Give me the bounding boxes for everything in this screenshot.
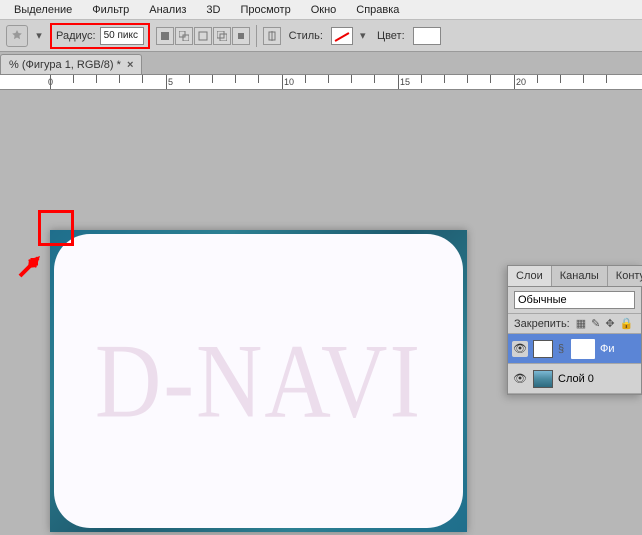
lock-all-icon[interactable]: 🔒 bbox=[620, 317, 634, 330]
layers-panel: Слои Каналы Контур Закрепить: ▦ ✎ ✥ 🔒 👁 … bbox=[507, 265, 642, 395]
lock-transparency-icon[interactable]: ▦ bbox=[576, 317, 586, 330]
layer-thumbnail[interactable] bbox=[533, 340, 553, 358]
ruler-mark: 15 bbox=[400, 77, 410, 87]
align-edges-icon[interactable] bbox=[263, 27, 281, 45]
menu-filter[interactable]: Фильтр bbox=[82, 1, 139, 19]
close-icon[interactable]: × bbox=[127, 59, 133, 71]
tool-preset-dropdown-icon[interactable]: ▾ bbox=[34, 25, 44, 47]
ruler-mark: 20 bbox=[516, 77, 526, 87]
layer-name[interactable]: Фи bbox=[600, 343, 637, 355]
annotation-highlight-box bbox=[38, 210, 74, 246]
style-label: Стиль: bbox=[287, 30, 325, 42]
layers-list: 👁 § Фи 👁 Слой 0 bbox=[508, 334, 641, 394]
visibility-eye-icon[interactable]: 👁 bbox=[512, 341, 528, 357]
menu-view[interactable]: Просмотр bbox=[230, 1, 300, 19]
tab-channels[interactable]: Каналы bbox=[552, 266, 608, 286]
shape-mode-subtract-icon[interactable] bbox=[194, 27, 212, 45]
layer-row[interactable]: 👁 § Фи bbox=[508, 334, 641, 364]
mask-link-icon[interactable]: § bbox=[558, 343, 566, 355]
style-dropdown-icon[interactable]: ▾ bbox=[359, 29, 369, 42]
blend-mode-select[interactable] bbox=[514, 291, 635, 309]
menu-help[interactable]: Справка bbox=[346, 1, 409, 19]
shape-mode-exclude-icon[interactable] bbox=[232, 27, 250, 45]
shape-mode-add-icon[interactable] bbox=[175, 27, 193, 45]
watermark-text: D-NAVI bbox=[95, 320, 422, 442]
layer-thumbnail[interactable] bbox=[533, 370, 553, 388]
panel-tabs: Слои Каналы Контур bbox=[508, 266, 641, 287]
shape-mode-intersect-icon[interactable] bbox=[213, 27, 231, 45]
lock-pixels-icon[interactable]: ✎ bbox=[591, 317, 600, 330]
shape-mode-new-icon[interactable] bbox=[156, 27, 174, 45]
document-tab[interactable]: % (Фигура 1, RGB/8) * × bbox=[0, 54, 142, 74]
color-swatch[interactable] bbox=[413, 27, 441, 45]
tool-preset-icon[interactable] bbox=[6, 25, 28, 47]
style-swatch[interactable] bbox=[331, 27, 353, 45]
ruler-mark: 5 bbox=[168, 77, 173, 87]
document-tab-bar: % (Фигура 1, RGB/8) * × bbox=[0, 52, 642, 74]
options-bar: ▾ Радиус: Стиль: ▾ Цвет: bbox=[0, 20, 642, 52]
ruler-mark: 10 bbox=[284, 77, 294, 87]
radius-label: Радиус: bbox=[56, 30, 96, 42]
document-tab-title: % (Фигура 1, RGB/8) * bbox=[9, 59, 121, 71]
menu-selection[interactable]: Выделение bbox=[4, 1, 82, 19]
canvas[interactable]: D-NAVI bbox=[50, 230, 467, 532]
shape-mode-buttons bbox=[156, 27, 250, 45]
radius-input[interactable] bbox=[100, 27, 144, 45]
color-label: Цвет: bbox=[375, 30, 407, 42]
main-menu: Выделение Фильтр Анализ 3D Просмотр Окно… bbox=[0, 0, 642, 20]
rounded-rect-shape: D-NAVI bbox=[54, 234, 463, 528]
menu-window[interactable]: Окно bbox=[301, 1, 347, 19]
workspace: D-NAVI Слои Каналы Контур Закрепить: ▦ ✎… bbox=[0, 90, 642, 535]
lock-label: Закрепить: bbox=[514, 318, 570, 330]
lock-row: Закрепить: ▦ ✎ ✥ 🔒 bbox=[508, 314, 641, 334]
menu-analysis[interactable]: Анализ bbox=[139, 1, 196, 19]
annotation-arrow-icon bbox=[16, 250, 46, 280]
visibility-eye-icon[interactable]: 👁 bbox=[512, 371, 528, 387]
layer-row[interactable]: 👁 Слой 0 bbox=[508, 364, 641, 394]
tab-layers[interactable]: Слои bbox=[508, 266, 552, 286]
blend-mode-row bbox=[508, 287, 641, 314]
separator-icon bbox=[256, 25, 257, 47]
horizontal-ruler: 0 5 10 15 20 bbox=[0, 74, 642, 90]
tab-paths[interactable]: Контур bbox=[608, 266, 642, 286]
lock-position-icon[interactable]: ✥ bbox=[605, 317, 614, 330]
vector-mask-thumbnail[interactable] bbox=[571, 339, 595, 359]
menu-3d[interactable]: 3D bbox=[196, 1, 230, 19]
layer-name[interactable]: Слой 0 bbox=[558, 373, 637, 385]
radius-field-group: Радиус: bbox=[50, 23, 150, 49]
